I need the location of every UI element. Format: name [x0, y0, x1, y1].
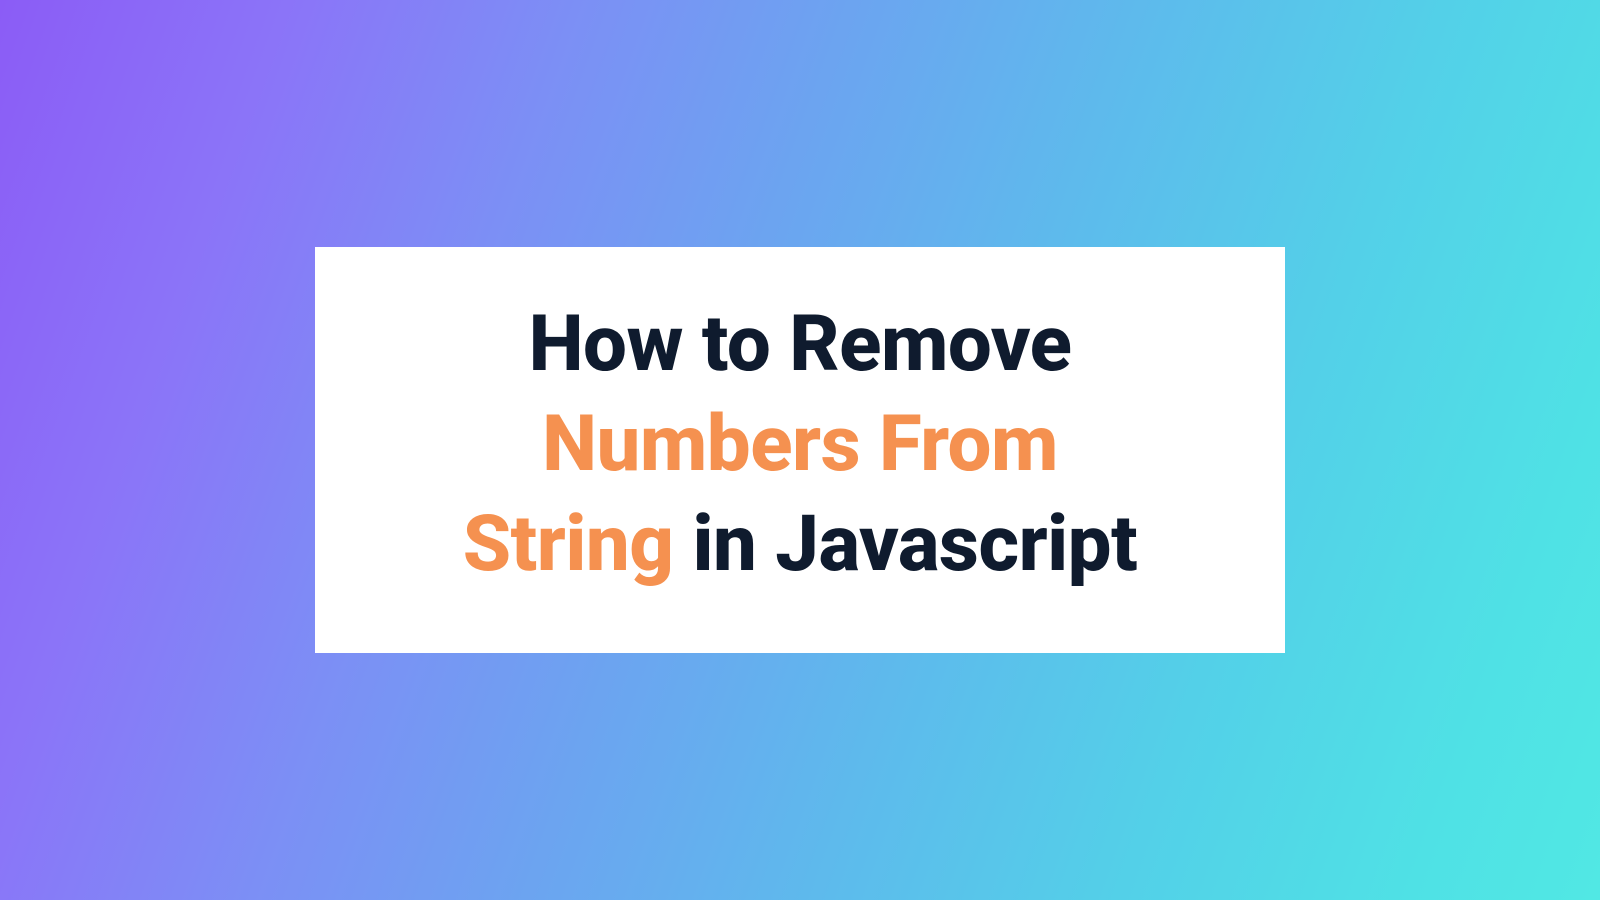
- title-line-3-highlight: String: [463, 499, 674, 590]
- title-line-3-rest: in Javascript: [674, 499, 1138, 590]
- gradient-background: How to Remove Numbers From String in Jav…: [0, 0, 1600, 900]
- title-line-2: Numbers From: [542, 399, 1058, 490]
- main-title: How to Remove Numbers From String in Jav…: [375, 295, 1225, 594]
- title-line-1: How to Remove: [529, 299, 1072, 390]
- title-card: How to Remove Numbers From String in Jav…: [315, 247, 1285, 652]
